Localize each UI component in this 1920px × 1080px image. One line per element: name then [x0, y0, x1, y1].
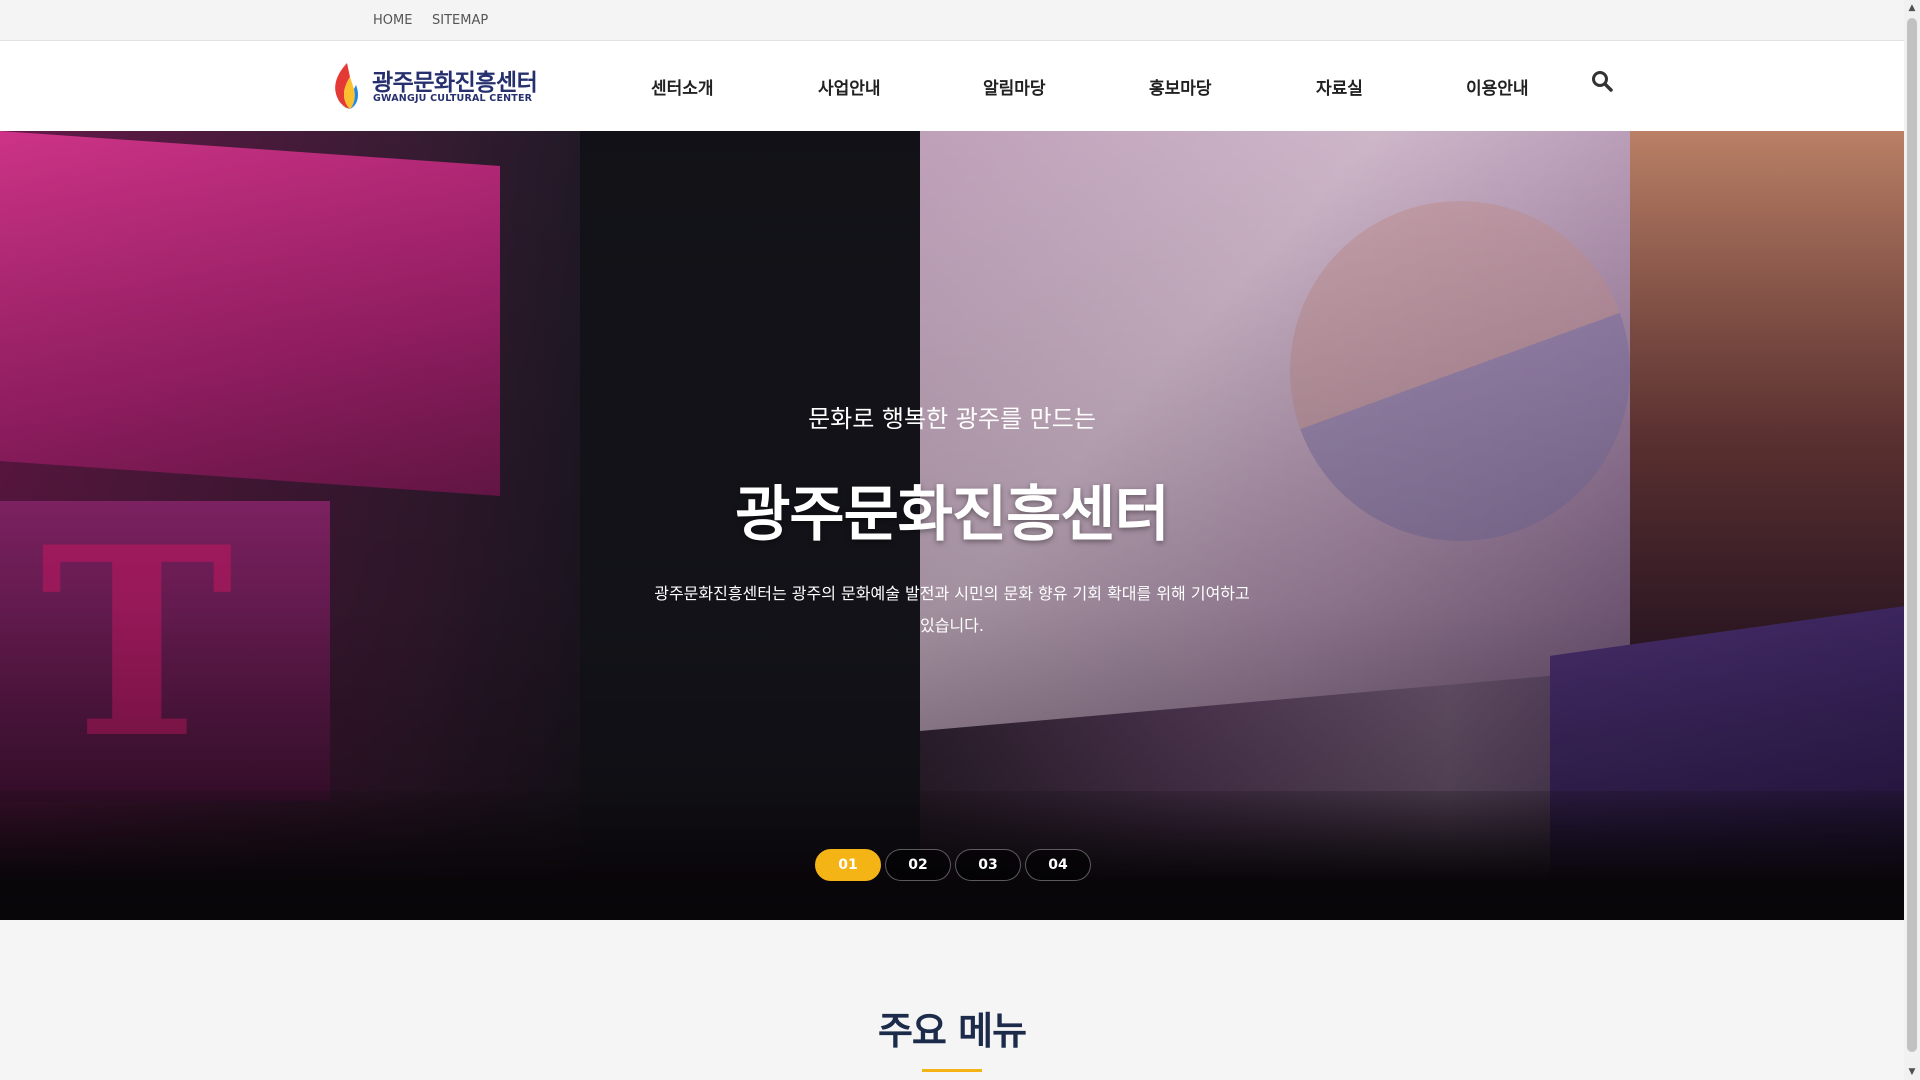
section-title: 주요 메뉴 — [877, 1009, 1027, 1053]
nav-item-business[interactable]: 사업안내 — [818, 74, 881, 99]
home-link[interactable]: HOME — [373, 13, 412, 28]
scrollbar[interactable]: ▲ ▼ — [1904, 0, 1920, 1080]
hero-banner: T 문화로 행복한 광주를 만드는 광주문화진흥센터 광주문화진흥센터는 광주의… — [0, 131, 1904, 920]
search-icon[interactable] — [1591, 70, 1615, 94]
scrollbar-thumb[interactable] — [1907, 18, 1917, 1052]
site-logo[interactable]: 광주문화진흥센터 GWANGJU CULTURAL CENTER — [330, 61, 540, 113]
slide-pager-02[interactable]: 02 — [885, 849, 951, 881]
scroll-down-icon[interactable]: ▼ — [1904, 1064, 1920, 1080]
slide-pager-01[interactable]: 01 — [815, 849, 881, 881]
nav-item-archive[interactable]: 자료실 — [1316, 74, 1363, 99]
slide-pager-04[interactable]: 04 — [1025, 849, 1091, 881]
nav-item-notices[interactable]: 알림마당 — [983, 74, 1046, 99]
logo-text-en: GWANGJU CULTURAL CENTER — [373, 93, 533, 104]
hero-description: 광주문화진흥센터는 광주의 문화예술 발전과 시민의 문화 향유 기회 확대를 … — [654, 584, 1250, 635]
logo-flame-icon — [335, 63, 358, 109]
hero-subtitle: 문화로 행복한 광주를 만드는 — [808, 405, 1096, 433]
section-title-underline — [922, 1069, 982, 1072]
scroll-up-icon[interactable]: ▲ — [1904, 0, 1920, 16]
site-header: 광주문화진흥센터 GWANGJU CULTURAL CENTER 센터소개 사업… — [0, 41, 1904, 131]
slide-pager-03[interactable]: 03 — [955, 849, 1021, 881]
logo-text-ko: 광주문화진흥센터 — [372, 70, 538, 96]
nav-item-guide[interactable]: 이용안내 — [1466, 74, 1529, 99]
sitemap-link[interactable]: SITEMAP — [432, 13, 488, 28]
hero-title: 광주문화진흥센터 — [735, 480, 1170, 550]
nav-item-center-intro[interactable]: 센터소개 — [651, 74, 714, 99]
utility-bar: HOME SITEMAP — [0, 0, 1904, 41]
nav-item-promotion[interactable]: 홍보마당 — [1149, 74, 1212, 99]
